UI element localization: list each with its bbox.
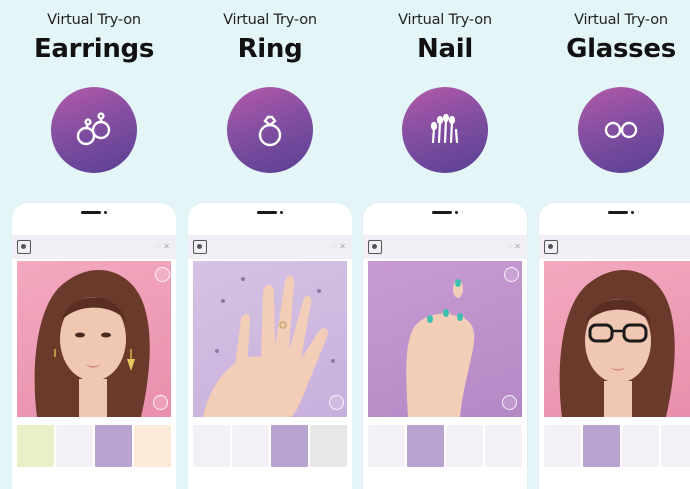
column-earrings: Virtual Try-on Earrings ◌ ✕ — [12, 0, 176, 489]
compare-icon[interactable] — [329, 395, 344, 410]
earrings-icon — [76, 112, 111, 146]
product-thumbnail[interactable] — [446, 425, 483, 467]
hand-with-ring-illustration — [203, 275, 335, 417]
header-ring: Virtual Try-on Ring — [188, 12, 352, 64]
phone-glasses — [539, 203, 690, 489]
product-thumbnails — [368, 425, 522, 467]
phone-speaker — [608, 211, 628, 214]
product-thumbnail-selected[interactable] — [271, 425, 308, 467]
column-ring: Virtual Try-on Ring ◌ ✕ — [188, 0, 352, 489]
app-bar: ◌ ✕ — [188, 235, 352, 259]
phone-speaker — [257, 211, 277, 214]
subtitle-glasses: Virtual Try-on — [574, 12, 668, 28]
model-with-glasses-illustration — [559, 270, 675, 417]
product-thumbnail[interactable] — [310, 425, 347, 467]
photo-ring — [193, 261, 347, 417]
phone-speaker — [81, 211, 101, 214]
subtitle-nail: Virtual Try-on — [398, 12, 492, 28]
phone-camera — [280, 211, 283, 214]
product-thumbnail[interactable] — [232, 425, 269, 467]
hand-with-nails-illustration — [406, 279, 475, 417]
header-earrings: Virtual Try-on Earrings — [12, 12, 176, 64]
ring-feature-button[interactable] — [227, 87, 313, 173]
nail-feature-button[interactable] — [402, 87, 488, 173]
product-thumbnail[interactable] — [193, 425, 230, 467]
app-bar — [539, 235, 690, 259]
phone-camera — [104, 211, 107, 214]
compare-icon[interactable] — [153, 395, 168, 410]
subtitle-ring: Virtual Try-on — [223, 12, 317, 28]
title-earrings: Earrings — [33, 34, 155, 64]
product-thumbnails — [193, 425, 347, 467]
header-nail: Virtual Try-on Nail — [363, 12, 527, 64]
title-nail: Nail — [417, 34, 473, 64]
subtitle-earrings: Virtual Try-on — [47, 12, 141, 28]
product-thumbnail-selected[interactable] — [95, 425, 132, 467]
product-thumbnail[interactable] — [485, 425, 522, 467]
header-glasses: Virtual Try-on Glasses — [539, 12, 690, 64]
compare-icon[interactable] — [502, 395, 517, 410]
title-glasses: Glasses — [566, 34, 676, 64]
product-thumbnail[interactable] — [661, 425, 690, 467]
product-thumbnails — [17, 425, 171, 467]
ring-icon — [258, 115, 282, 147]
title-ring: Ring — [237, 34, 303, 64]
product-thumbnail-selected[interactable] — [407, 425, 444, 467]
photo-nail — [368, 261, 522, 417]
product-thumbnail[interactable] — [544, 425, 581, 467]
phone-camera — [631, 211, 634, 214]
refresh-icon[interactable] — [155, 267, 170, 282]
nail-icon — [430, 113, 459, 144]
product-thumbnail[interactable] — [368, 425, 405, 467]
photo-earrings — [17, 261, 171, 417]
model-face-illustration — [34, 270, 150, 417]
product-thumbnail[interactable] — [134, 425, 171, 467]
refresh-icon[interactable] — [504, 267, 519, 282]
phone-speaker — [432, 211, 452, 214]
glasses-icon — [604, 121, 638, 139]
app-logo-icon[interactable] — [368, 240, 382, 254]
product-thumbnail-selected[interactable] — [583, 425, 620, 467]
phone-earrings: ◌ ✕ — [12, 203, 176, 489]
app-tools-icon[interactable]: ◌ ✕ — [332, 242, 346, 251]
phone-ring: ◌ ✕ — [188, 203, 352, 489]
app-logo-icon[interactable] — [17, 240, 31, 254]
app-logo-icon[interactable] — [544, 240, 558, 254]
product-thumbnail[interactable] — [622, 425, 659, 467]
phone-nail: ◌ ✕ — [363, 203, 527, 489]
column-nail: Virtual Try-on Nail ◌ ✕ — [363, 0, 527, 489]
column-glasses: Virtual Try-on Glasses — [539, 0, 690, 489]
product-thumbnail[interactable] — [56, 425, 93, 467]
app-logo-icon[interactable] — [193, 240, 207, 254]
photo-glasses — [544, 261, 690, 417]
glasses-feature-button[interactable] — [578, 87, 664, 173]
app-bar: ◌ ✕ — [12, 235, 176, 259]
app-tools-icon[interactable]: ◌ ✕ — [156, 242, 170, 251]
phone-camera — [455, 211, 458, 214]
product-thumbnails — [544, 425, 690, 467]
product-thumbnail[interactable] — [17, 425, 54, 467]
app-tools-icon[interactable]: ◌ ✕ — [507, 242, 521, 251]
app-bar: ◌ ✕ — [363, 235, 527, 259]
earrings-feature-button[interactable] — [51, 87, 137, 173]
